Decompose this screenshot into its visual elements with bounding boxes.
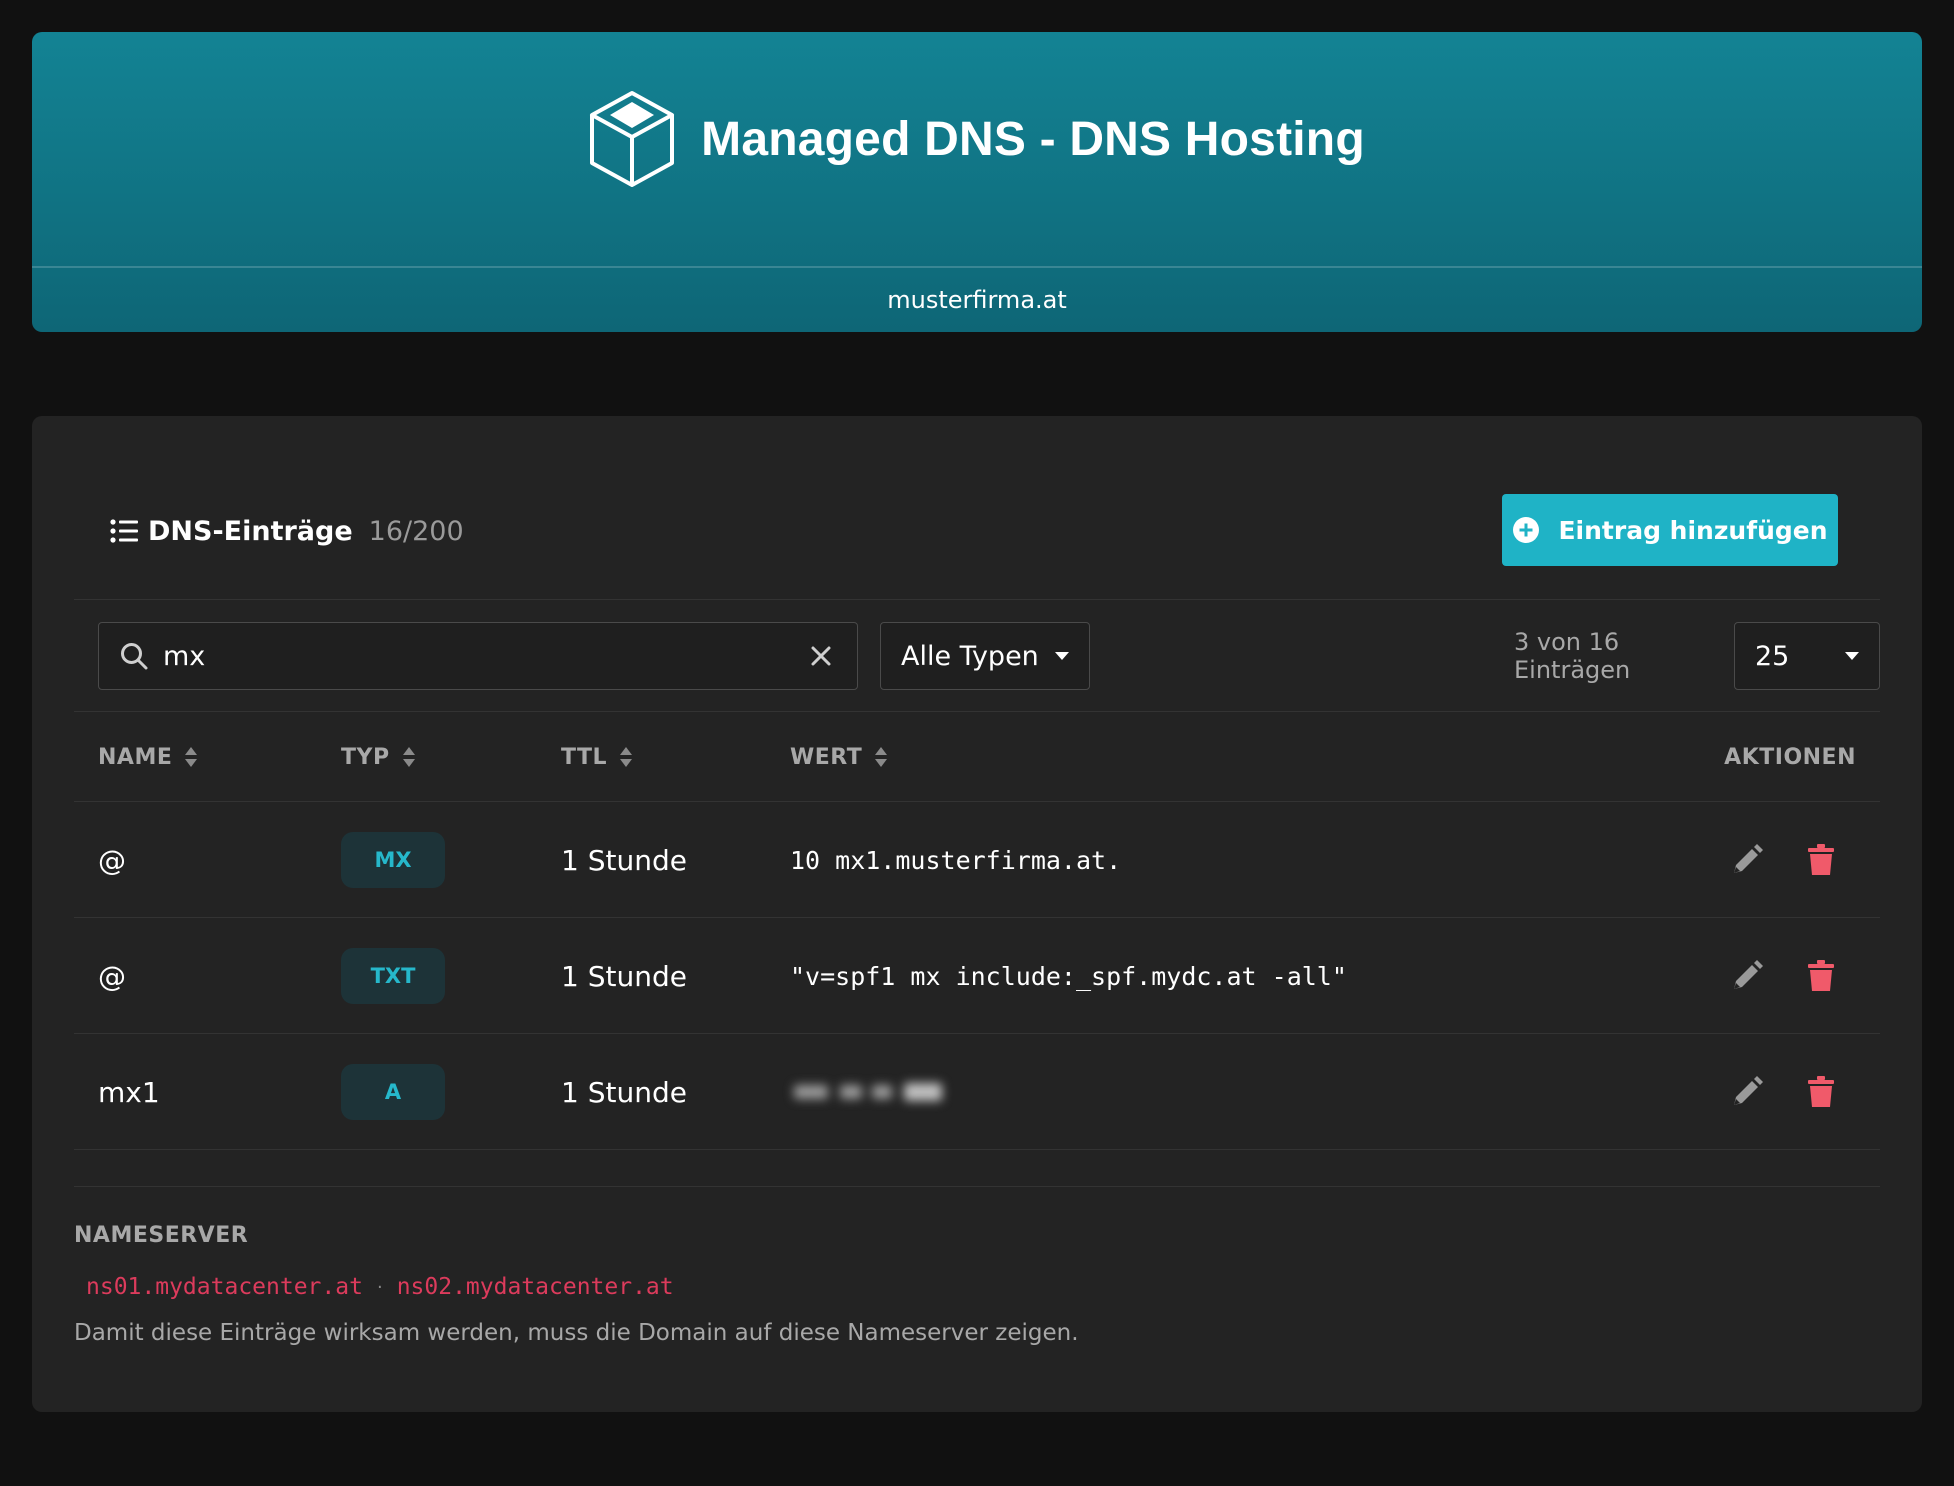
record-value: 10 mx1.musterfirma.at. — [790, 845, 1122, 875]
add-entry-button-label: Eintrag hinzufügen — [1558, 515, 1828, 545]
nameserver-separator: · — [376, 1276, 383, 1298]
record-actions — [1730, 1034, 1838, 1150]
record-type-cell: TXT — [341, 918, 445, 1034]
table-row: @ MX 1 Stunde 10 mx1.musterfirma.at. — [74, 802, 1880, 918]
nameserver-section: NAMESERVER ns01.mydatacenter.at · ns02.m… — [74, 1186, 1880, 1346]
domain-label: musterfirma.at — [887, 286, 1067, 314]
filter-row: Alle Typen 3 von 16 Einträgen 25 — [74, 600, 1880, 712]
page-size-value: 25 — [1755, 640, 1790, 672]
dns-records-card: DNS-Einträge 16/200 Eintrag hinzufügen A… — [32, 416, 1922, 1412]
pencil-icon[interactable] — [1730, 1075, 1764, 1109]
record-type-badge: A — [341, 1064, 445, 1120]
sort-icon — [402, 747, 415, 767]
column-header-name-label: NAME — [98, 744, 173, 770]
section-title: DNS-Einträge 16/200 — [110, 509, 464, 553]
record-name: @ — [98, 959, 126, 993]
caret-down-icon — [1845, 651, 1859, 660]
column-header-typ-label: TYP — [341, 744, 390, 770]
type-filter-select[interactable]: Alle Typen — [880, 622, 1090, 690]
section-title-label: DNS-Einträge — [148, 515, 353, 547]
trash-icon[interactable] — [1804, 843, 1838, 877]
column-header-typ[interactable]: TYP — [341, 712, 416, 802]
dns-records-table: NAME TYP TTL WERT AKTIONEN @ MX 1 Stunde… — [74, 712, 1880, 1150]
sort-icon — [875, 747, 888, 767]
entries-info: 3 von 16 Einträgen — [1514, 628, 1631, 684]
record-actions — [1730, 918, 1838, 1034]
record-name: @ — [98, 843, 126, 877]
redacted-value-blur — [794, 1083, 942, 1101]
plus-circle-icon — [1513, 517, 1540, 543]
search-input[interactable] — [149, 623, 809, 689]
nameserver-hint: Damit diese Einträge wirksam werden, mus… — [74, 1320, 1079, 1346]
column-header-wert[interactable]: WERT — [790, 712, 888, 802]
trash-icon[interactable] — [1804, 1075, 1838, 1109]
column-header-aktionen: AKTIONEN — [1724, 744, 1856, 770]
cube-icon — [590, 91, 675, 187]
record-name: mx1 — [98, 1075, 160, 1109]
page-size-select[interactable]: 25 — [1734, 622, 1880, 690]
search-box[interactable] — [98, 622, 858, 690]
record-type-badge: TXT — [341, 948, 445, 1004]
record-type-cell: MX — [341, 802, 445, 918]
table-row: @ TXT 1 Stunde "v=spf1 mx include:_spf.m… — [74, 918, 1880, 1034]
header-title-row: Managed DNS - DNS Hosting — [32, 32, 1922, 266]
search-icon — [121, 643, 148, 670]
trash-icon[interactable] — [1804, 959, 1838, 993]
table-row: mx1 A 1 Stunde — [74, 1034, 1880, 1150]
nameserver-list: ns01.mydatacenter.at · ns02.mydatacenter… — [74, 1274, 1880, 1300]
table-header: NAME TYP TTL WERT AKTIONEN — [74, 712, 1880, 802]
add-entry-button[interactable]: Eintrag hinzufügen — [1502, 494, 1838, 566]
list-icon — [110, 519, 138, 543]
column-header-wert-label: WERT — [790, 744, 863, 770]
sort-icon — [185, 747, 198, 767]
column-header-ttl-label: TTL — [561, 744, 608, 770]
nameserver-item: ns01.mydatacenter.at — [86, 1274, 363, 1300]
nameserver-item: ns02.mydatacenter.at — [396, 1274, 674, 1300]
pencil-icon[interactable] — [1730, 843, 1764, 877]
record-ttl: 1 Stunde — [561, 843, 687, 877]
record-type-cell: A — [341, 1034, 445, 1150]
record-actions — [1730, 802, 1838, 918]
header-banner: Managed DNS - DNS Hosting musterfirma.at — [32, 32, 1922, 332]
record-count: 16/200 — [368, 515, 464, 547]
type-filter-value: Alle Typen — [901, 640, 1039, 672]
sort-icon — [620, 747, 633, 767]
nameserver-heading: NAMESERVER — [74, 1223, 249, 1248]
close-icon[interactable] — [809, 644, 833, 668]
record-value: "v=spf1 mx include:_spf.mydc.at -all" — [790, 961, 1347, 991]
caret-down-icon — [1055, 651, 1069, 660]
record-type-badge: MX — [341, 832, 445, 888]
record-ttl: 1 Stunde — [561, 959, 687, 993]
page-title: Managed DNS - DNS Hosting — [701, 112, 1365, 166]
record-value-redacted — [790, 1034, 950, 1150]
pencil-icon[interactable] — [1730, 959, 1764, 993]
column-header-ttl[interactable]: TTL — [561, 712, 633, 802]
record-ttl: 1 Stunde — [561, 1075, 687, 1109]
column-header-name[interactable]: NAME — [98, 712, 198, 802]
